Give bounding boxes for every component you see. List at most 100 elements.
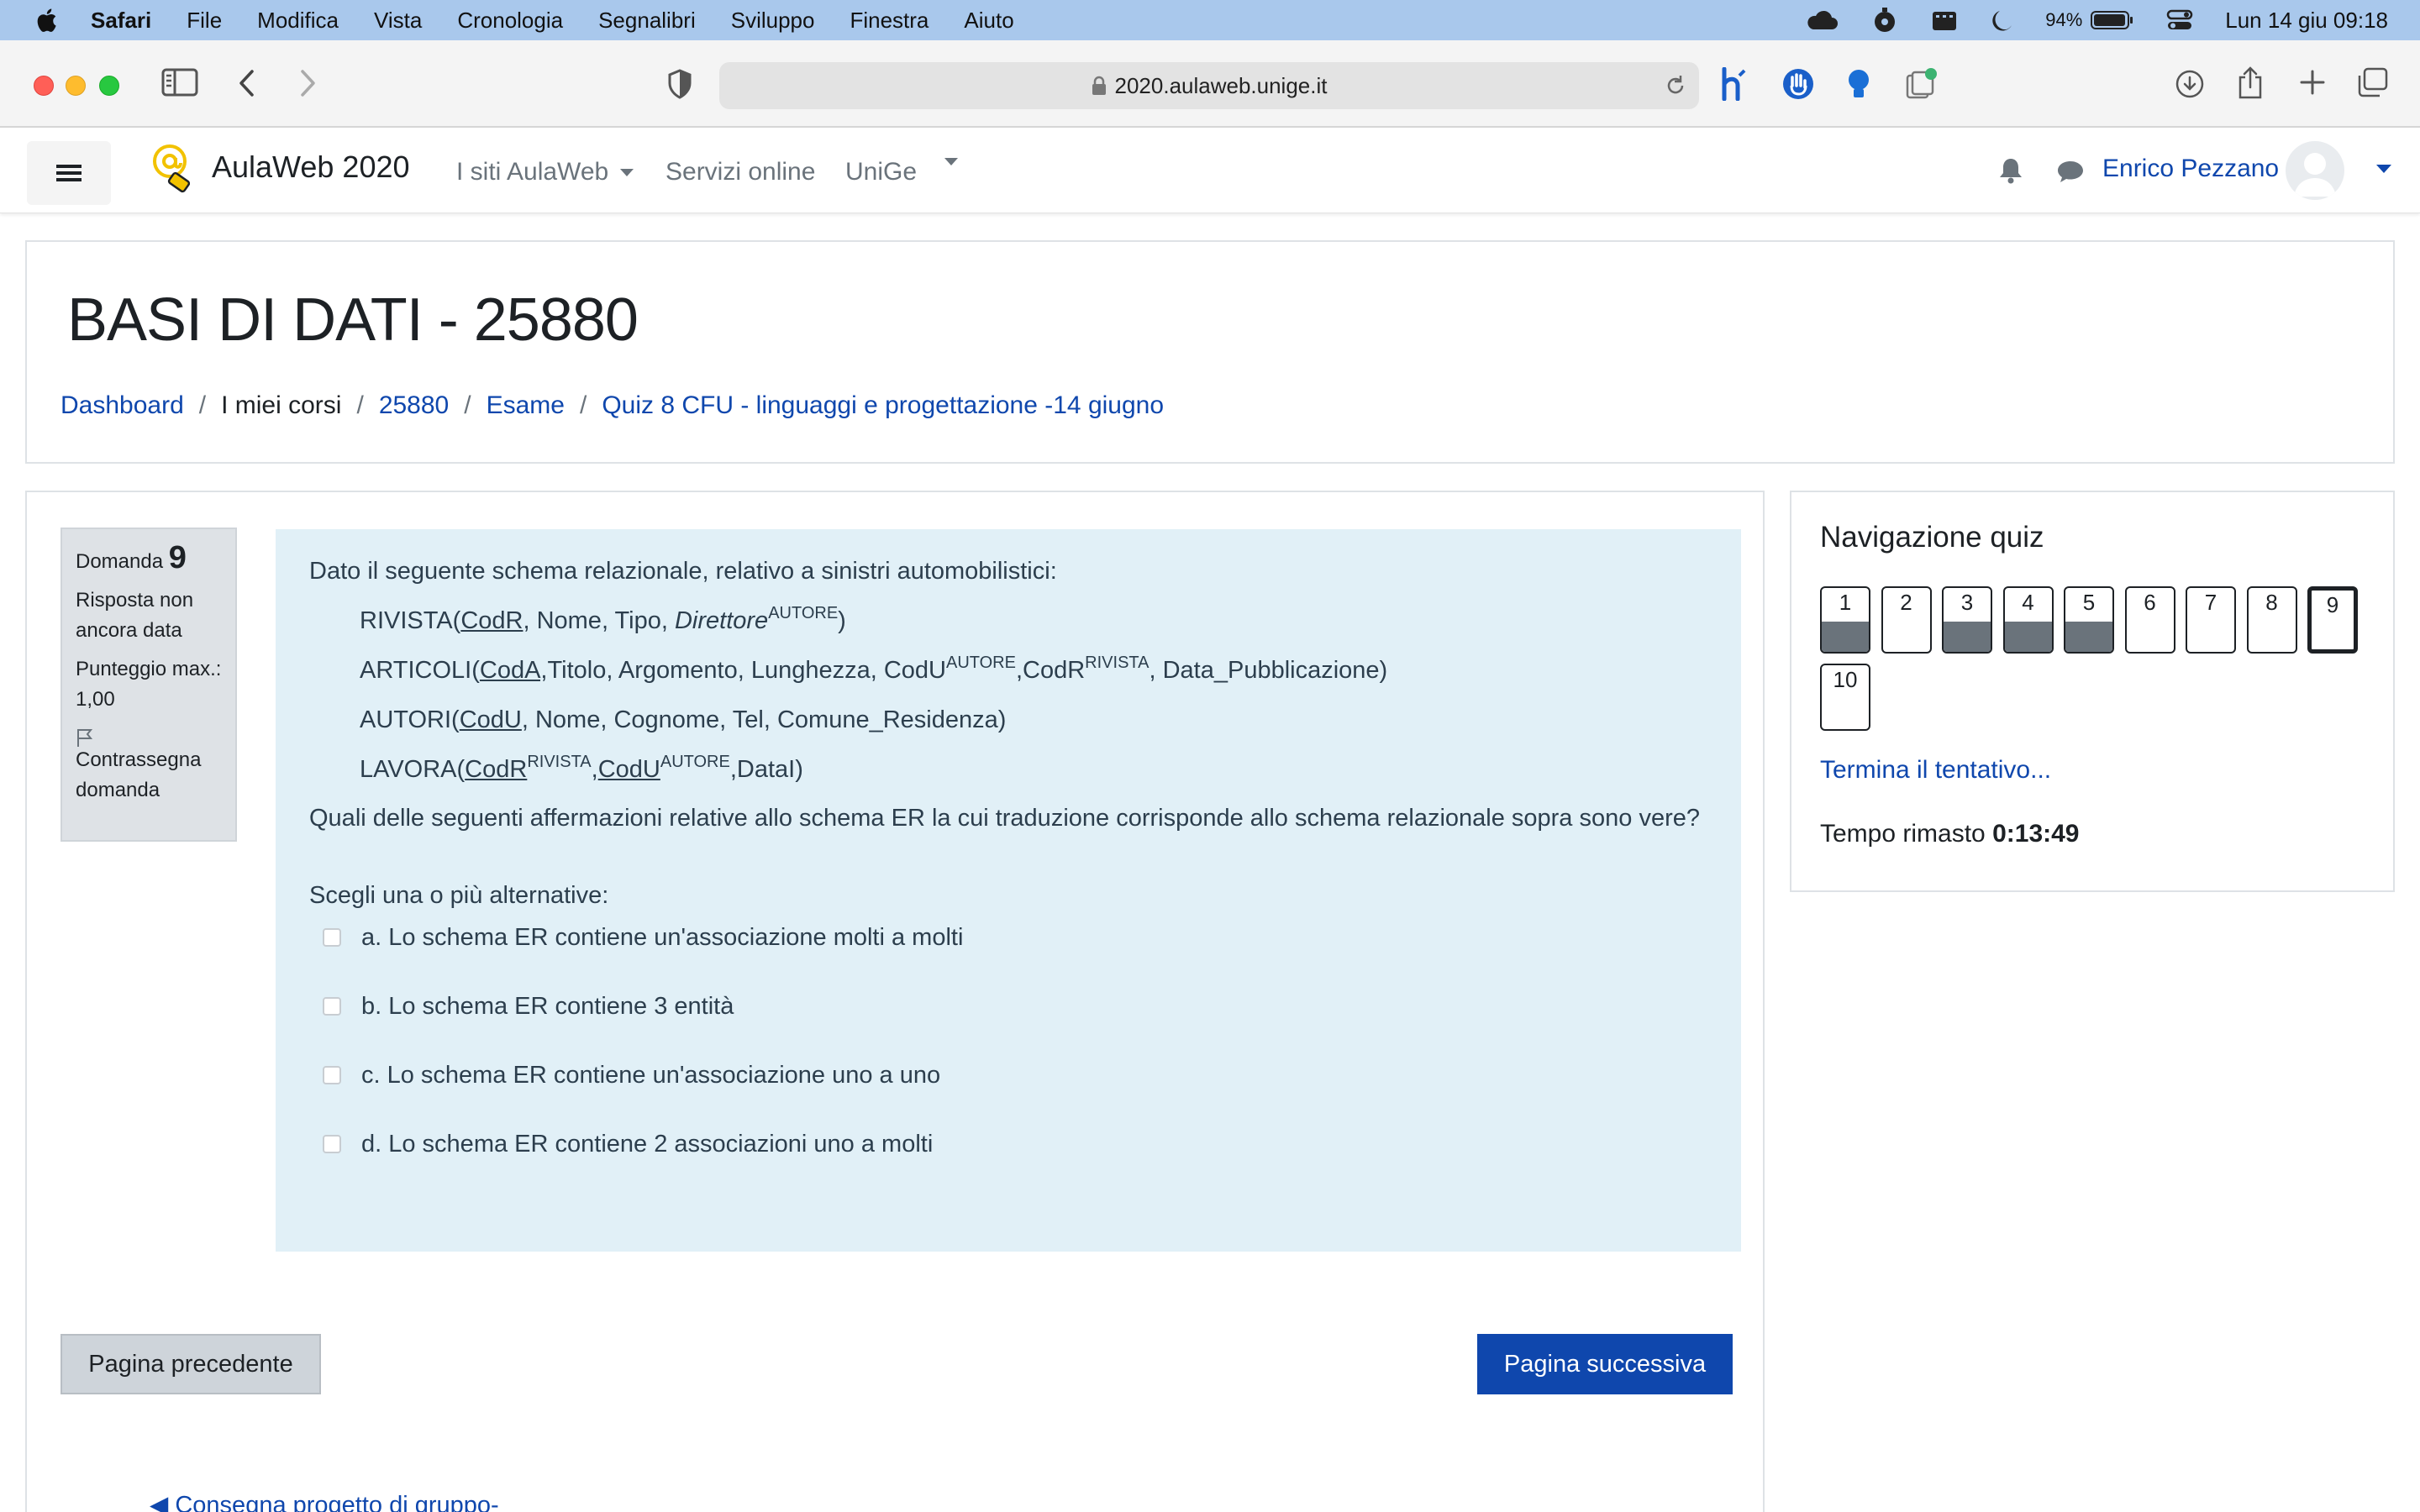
- user-menu-name[interactable]: Enrico Pezzano: [2102, 155, 2279, 183]
- question-info-panel: Domanda 9 Risposta non ancora data Punte…: [60, 528, 237, 842]
- answered-indicator: [2065, 622, 2112, 652]
- schema-articoli-fk2: ,CodR: [1015, 657, 1086, 684]
- site-brand-name[interactable]: AulaWeb 2020: [212, 150, 410, 185]
- schema-lavora-key1-ref: RIVISTA: [527, 753, 592, 771]
- flag-question-link[interactable]: Contrassegna domanda: [76, 745, 222, 806]
- menu-vista[interactable]: Vista: [374, 8, 422, 34]
- notifications-bell-icon[interactable]: [1998, 156, 2023, 189]
- apple-logo-icon[interactable]: [34, 6, 62, 34]
- menu-app-safari[interactable]: Safari: [91, 8, 151, 34]
- share-icon[interactable]: [2237, 66, 2264, 99]
- menu-file[interactable]: File: [187, 8, 222, 34]
- avatar[interactable]: [2286, 141, 2344, 200]
- quiz-navigation-block: Navigazione quiz 1 2 3 4 5 6 7 8 9 10 Termina il …: [1790, 491, 2395, 892]
- messages-bubble-icon[interactable]: [2055, 156, 2086, 189]
- nav-unige-label: UniGe: [845, 158, 918, 186]
- hand-extension-icon[interactable]: [1781, 67, 1815, 101]
- user-placeholder-icon: [2294, 153, 2336, 197]
- aulaweb-logo-icon[interactable]: [150, 143, 197, 198]
- quiz-main-region: Domanda 9 Risposta non ancora data Punte…: [25, 491, 1765, 1512]
- previous-page-button[interactable]: Pagina precedente: [60, 1334, 321, 1394]
- sidebar-toggle-icon[interactable]: [161, 67, 198, 97]
- address-bar-url: 2020.aulaweb.unige.it: [1114, 72, 1328, 98]
- nav-servizi-online[interactable]: Servizi online: [666, 158, 815, 186]
- schema-rivista-fk: Direttore: [674, 607, 769, 634]
- forward-arrow-icon[interactable]: [297, 69, 318, 97]
- quiz-nav-question-2[interactable]: 2: [1881, 586, 1932, 654]
- window-minimize-button[interactable]: [66, 76, 86, 96]
- breadcrumb-separator: /: [579, 391, 587, 419]
- schema-autori: AUTORI(CodU, Nome, Cognome, Tel, Comune_…: [360, 701, 1707, 738]
- answer-c-label[interactable]: c. Lo schema ER contiene un'associazione…: [361, 1057, 940, 1094]
- tabs-extension-icon[interactable]: [1904, 67, 1939, 101]
- answer-c-checkbox[interactable]: [323, 1066, 341, 1084]
- hypothesis-extension-icon[interactable]: [1719, 67, 1749, 101]
- cloud-icon[interactable]: [1805, 9, 1839, 31]
- menu-segnalibri[interactable]: Segnalibri: [598, 8, 696, 34]
- quiz-nav-question-number: 10: [1833, 667, 1858, 692]
- answer-b-label[interactable]: b. Lo schema ER contiene 3 entità: [361, 988, 734, 1025]
- window-zoom-button[interactable]: [99, 76, 119, 96]
- answered-indicator: [1822, 622, 1869, 652]
- next-page-button[interactable]: Pagina successiva: [1477, 1334, 1733, 1394]
- timer-icon[interactable]: [1870, 6, 1899, 34]
- back-arrow-icon[interactable]: [237, 69, 257, 97]
- answer-a-label[interactable]: a. Lo schema ER contiene un'associazione…: [361, 919, 963, 956]
- quiz-nav-question-number: 4: [2022, 590, 2034, 615]
- quiz-nav-question-3[interactable]: 3: [1942, 586, 1992, 654]
- schema-articoli-end: , Data_Pubblicazione): [1149, 657, 1388, 684]
- quiz-nav-question-number: 9: [2326, 592, 2339, 617]
- bulb-extension-icon[interactable]: [1844, 67, 1874, 101]
- answer-option-b[interactable]: b. Lo schema ER contiene 3 entità: [309, 988, 1707, 1025]
- answer-a-checkbox[interactable]: [323, 928, 341, 947]
- answer-d-checkbox[interactable]: [323, 1135, 341, 1153]
- schema-rivista-end: ): [838, 607, 846, 634]
- address-bar[interactable]: 2020.aulaweb.unige.it: [719, 62, 1699, 109]
- drawer-toggle-button[interactable]: [27, 141, 111, 205]
- quiz-nav-question-8[interactable]: 8: [2246, 586, 2297, 654]
- new-tab-plus-icon[interactable]: [2299, 69, 2326, 96]
- clapperboard-icon[interactable]: [1931, 8, 1958, 32]
- tab-overview-icon[interactable]: [2356, 67, 2388, 97]
- menu-cronologia[interactable]: Cronologia: [457, 8, 563, 34]
- breadcrumb-quiz[interactable]: Quiz 8 CFU - linguaggi e progettazione -…: [602, 391, 1164, 420]
- schema-lavora-key1: CodR: [465, 756, 528, 783]
- answer-option-c[interactable]: c. Lo schema ER contiene un'associazione…: [309, 1057, 1707, 1094]
- menu-finestra[interactable]: Finestra: [850, 8, 929, 34]
- quiz-nav-question-4[interactable]: 4: [2002, 586, 2054, 654]
- quiz-nav-question-6[interactable]: 6: [2124, 586, 2175, 654]
- menu-modifica[interactable]: Modifica: [257, 8, 339, 34]
- quiz-nav-question-5[interactable]: 5: [2064, 586, 2114, 654]
- menubar-clock[interactable]: Lun 14 giu 09:18: [2225, 8, 2388, 34]
- window-close-button[interactable]: [34, 76, 54, 96]
- answered-indicator: [1944, 622, 1991, 652]
- breadcrumb-esame[interactable]: Esame: [487, 391, 565, 420]
- answer-d-label[interactable]: d. Lo schema ER contiene 2 associazioni …: [361, 1126, 933, 1163]
- quiz-nav-question-10[interactable]: 10: [1820, 664, 1870, 731]
- menu-aiuto[interactable]: Aiuto: [964, 8, 1013, 34]
- question-content: Dato il seguente schema relazionale, rel…: [276, 529, 1741, 1252]
- reload-icon[interactable]: [1664, 74, 1687, 103]
- downloads-icon[interactable]: [2175, 69, 2205, 99]
- menu-sviluppo[interactable]: Sviluppo: [731, 8, 815, 34]
- answer-option-d[interactable]: d. Lo schema ER contiene 2 associazioni …: [309, 1126, 1707, 1163]
- nav-unige[interactable]: UniGe: [845, 158, 917, 186]
- quiz-nav-question-9[interactable]: 9: [2307, 586, 2358, 654]
- previous-activity-link[interactable]: ◀ Consegna progetto di gruppo-: [150, 1490, 499, 1512]
- user-menu-caret-icon[interactable]: [2376, 165, 2391, 173]
- breadcrumb-course[interactable]: 25880: [379, 391, 449, 420]
- nav-more-dropdown[interactable]: [933, 158, 958, 165]
- breadcrumb-dashboard[interactable]: Dashboard: [60, 391, 184, 420]
- quiz-nav-question-7[interactable]: 7: [2186, 586, 2236, 654]
- finish-attempt-link[interactable]: Termina il tentativo...: [1820, 756, 2051, 785]
- answer-b-checkbox[interactable]: [323, 997, 341, 1016]
- quiz-nav-question-1[interactable]: 1: [1820, 586, 1870, 654]
- answer-option-a[interactable]: a. Lo schema ER contiene un'associazione…: [309, 919, 1707, 956]
- time-remaining: Tempo rimasto 0:13:49: [1820, 820, 2079, 848]
- flag-icon[interactable]: [76, 727, 222, 747]
- battery-icon[interactable]: [2091, 10, 2134, 30]
- control-center-icon[interactable]: [2166, 8, 2193, 32]
- privacy-shield-icon[interactable]: [667, 69, 692, 99]
- nav-siti-aulaweb[interactable]: I siti AulaWeb: [456, 158, 634, 186]
- moon-icon[interactable]: [1990, 8, 2013, 33]
